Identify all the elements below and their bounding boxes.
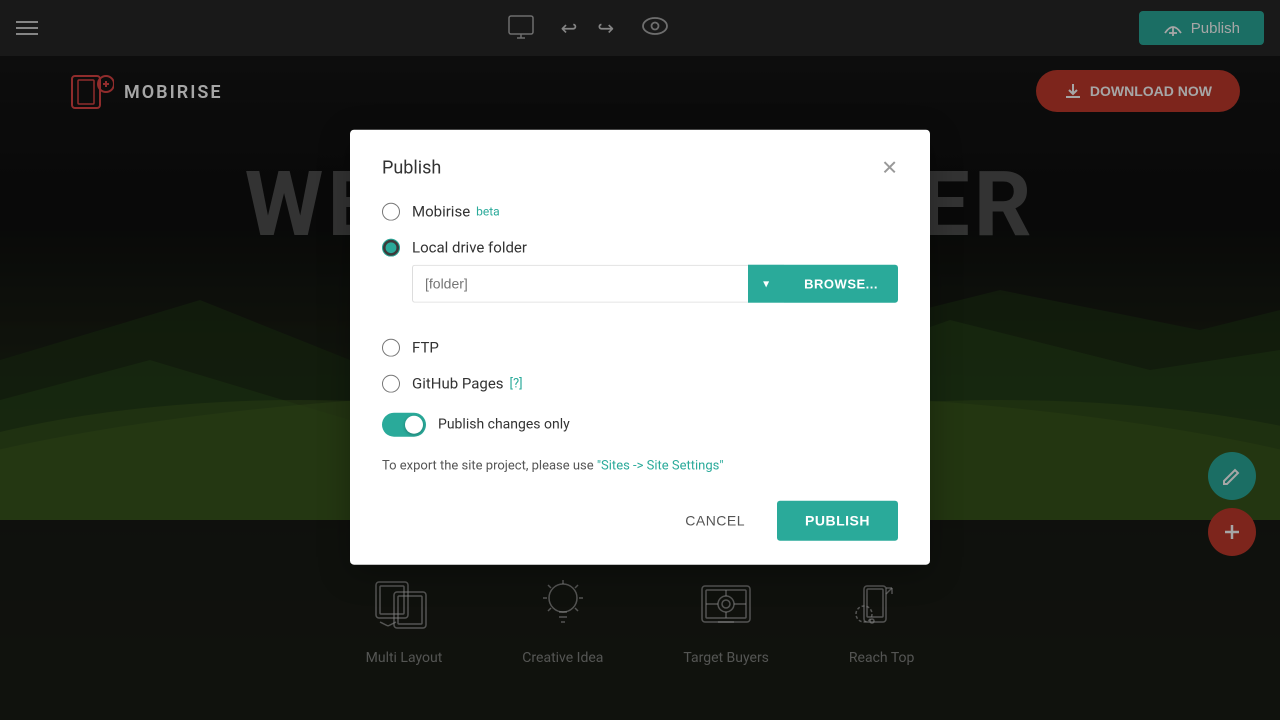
export-note: To export the site project, please use "… bbox=[382, 457, 898, 477]
modal-close-button[interactable]: ✕ bbox=[881, 158, 898, 178]
toggle-label: Publish changes only bbox=[438, 417, 570, 433]
option-ftp-label[interactable]: FTP bbox=[412, 339, 439, 357]
option-mobirise-radio[interactable] bbox=[382, 203, 400, 221]
cancel-button[interactable]: CANCEL bbox=[669, 502, 761, 538]
publish-modal: Publish ✕ Mobirise beta Local drive fold… bbox=[350, 130, 930, 564]
modal-footer: CANCEL PUBLISH bbox=[382, 500, 898, 540]
folder-input-row: ▾ BROWSE... bbox=[412, 265, 898, 303]
option-local-radio[interactable] bbox=[382, 239, 400, 257]
github-help-link[interactable]: [?] bbox=[510, 376, 523, 391]
publish-options: Mobirise beta Local drive folder ▾ BROWS… bbox=[382, 203, 898, 393]
option-ftp-row: FTP bbox=[382, 339, 898, 357]
option-mobirise-label[interactable]: Mobirise beta bbox=[412, 203, 500, 221]
toggle-row: Publish changes only bbox=[382, 413, 898, 437]
option-github-radio[interactable] bbox=[382, 375, 400, 393]
publish-changes-toggle[interactable] bbox=[382, 413, 426, 437]
option-local-row: Local drive folder bbox=[382, 239, 898, 257]
export-link[interactable]: "Sites -> Site Settings" bbox=[597, 459, 724, 474]
publish-modal-button[interactable]: PUBLISH bbox=[777, 500, 898, 540]
modal-title: Publish bbox=[382, 158, 441, 179]
browse-button[interactable]: BROWSE... bbox=[784, 265, 898, 303]
folder-input[interactable] bbox=[412, 265, 748, 303]
modal-header: Publish ✕ bbox=[382, 158, 898, 179]
folder-dropdown-button[interactable]: ▾ bbox=[748, 265, 784, 303]
option-ftp-radio[interactable] bbox=[382, 339, 400, 357]
option-github-label[interactable]: GitHub Pages [?] bbox=[412, 375, 523, 393]
beta-badge: beta bbox=[476, 205, 500, 219]
option-local-group: Local drive folder ▾ BROWSE... bbox=[382, 239, 898, 321]
option-github-row: GitHub Pages [?] bbox=[382, 375, 898, 393]
option-local-label[interactable]: Local drive folder bbox=[412, 239, 527, 257]
option-mobirise-row: Mobirise beta bbox=[382, 203, 898, 221]
